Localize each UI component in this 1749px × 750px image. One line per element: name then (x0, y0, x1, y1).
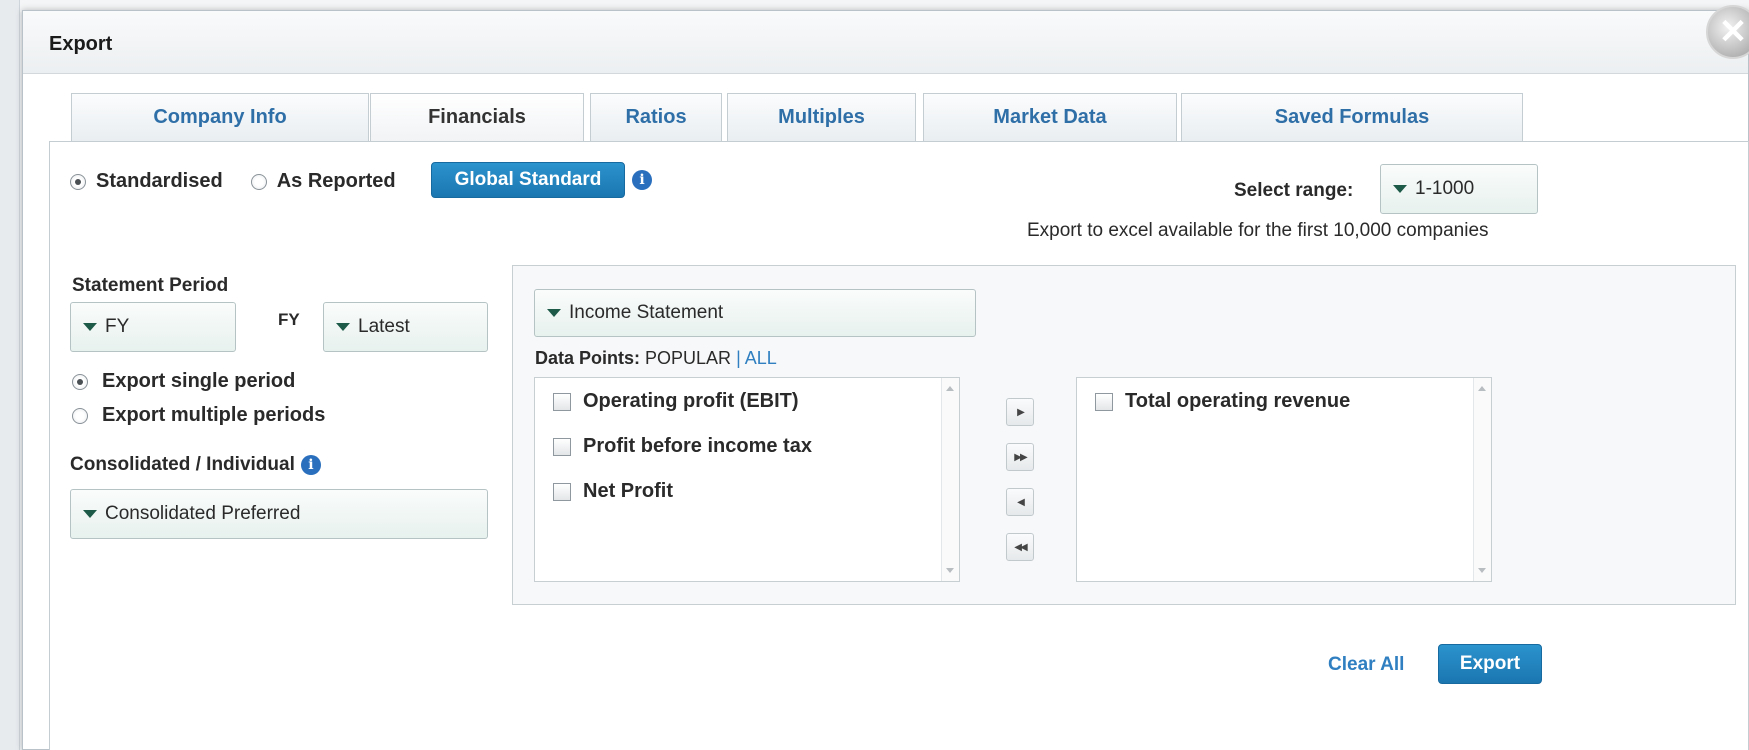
list-item-label: Total operating revenue (1125, 390, 1351, 412)
scroll-down-icon[interactable] (1478, 568, 1486, 573)
scrollbar[interactable] (1473, 378, 1491, 581)
list-item[interactable]: Profit before income tax (553, 435, 812, 458)
filter-all-link[interactable]: ALL (745, 348, 777, 368)
export-dialog: Export ✕ Company Info Financials Ratios … (22, 5, 1749, 750)
checkbox[interactable] (553, 437, 571, 456)
filter-popular[interactable]: POPULAR (645, 348, 731, 368)
statement-dropdown[interactable]: Income Statement (534, 289, 976, 337)
standard-radio-group: Standardised As Reported (70, 170, 396, 193)
chevron-down-icon (83, 510, 97, 518)
standardised-radio[interactable] (70, 173, 86, 190)
financials-panel: Standardised As Reported Global Standard… (49, 141, 1749, 750)
select-range-value: 1-1000 (1415, 178, 1475, 199)
export-multiple-option: Export multiple periods (72, 404, 325, 427)
statement-period-heading: Statement Period (72, 275, 229, 296)
move-all-left-button[interactable]: ◀◀ (1006, 533, 1034, 561)
consolidation-heading: Consolidated / Individual (70, 454, 295, 475)
available-data-points-list[interactable]: Operating profit (EBIT) Profit before in… (534, 377, 960, 582)
consolidation-value: Consolidated Preferred (105, 503, 301, 524)
list-item[interactable]: Operating profit (EBIT) (553, 390, 799, 413)
period-type-dropdown[interactable]: FY (70, 302, 236, 352)
move-left-button[interactable]: ◀ (1006, 488, 1034, 516)
standardised-label: Standardised (96, 170, 223, 192)
data-points-label: Data Points: (535, 348, 641, 368)
export-single-option: Export single period (72, 370, 295, 393)
export-single-radio[interactable] (72, 373, 88, 390)
chevron-down-icon (1393, 185, 1407, 193)
scrollbar[interactable] (941, 378, 959, 581)
move-all-right-button[interactable]: ▶▶ (1006, 443, 1034, 471)
as-reported-label: As Reported (276, 170, 396, 192)
dialog-titlebar: Export (23, 11, 1748, 74)
export-multiple-radio[interactable] (72, 407, 88, 424)
select-range-label: Select range: (1234, 180, 1354, 201)
dialog-title: Export (49, 33, 113, 55)
checkbox[interactable] (553, 392, 571, 411)
consolidation-dropdown[interactable]: Consolidated Preferred (70, 489, 488, 539)
data-points-filter: Data Points: POPULAR | ALL (535, 348, 777, 369)
chevron-down-icon (83, 323, 97, 331)
global-standard-button[interactable]: Global Standard (431, 162, 625, 198)
scroll-down-icon[interactable] (946, 568, 954, 573)
scroll-up-icon[interactable] (946, 386, 954, 391)
filter-separator: | (736, 348, 741, 368)
info-icon[interactable]: i (300, 455, 321, 475)
tab-saved-formulas[interactable]: Saved Formulas (1181, 93, 1523, 141)
fy-label: FY (278, 310, 300, 329)
list-item-label: Net Profit (583, 480, 673, 502)
selected-data-points-list[interactable]: Total operating revenue (1076, 377, 1492, 582)
statement-value: Income Statement (569, 302, 724, 323)
checkbox[interactable] (1095, 392, 1113, 411)
info-icon[interactable]: i (632, 170, 652, 190)
tab-ratios[interactable]: Ratios (590, 93, 722, 141)
chevron-down-icon (547, 309, 561, 317)
clear-all-link[interactable]: Clear All (1328, 654, 1404, 676)
fy-period-value: Latest (358, 316, 410, 337)
checkbox[interactable] (553, 482, 571, 501)
export-button[interactable]: Export (1438, 644, 1542, 684)
export-multiple-label: Export multiple periods (102, 404, 326, 426)
list-item-label: Operating profit (EBIT) (583, 390, 799, 412)
scroll-up-icon[interactable] (1478, 386, 1486, 391)
export-single-label: Export single period (102, 370, 296, 392)
data-points-area: Income Statement Data Points: POPULAR | … (512, 265, 1736, 605)
tab-financials[interactable]: Financials (370, 93, 584, 141)
tab-company-info[interactable]: Company Info (71, 93, 369, 141)
fy-period-dropdown[interactable]: Latest (323, 302, 488, 352)
list-item[interactable]: Total operating revenue (1095, 390, 1350, 413)
tab-market-data[interactable]: Market Data (923, 93, 1177, 141)
tab-multiples[interactable]: Multiples (727, 93, 916, 141)
chevron-down-icon (336, 323, 350, 331)
list-item-label: Profit before income tax (583, 435, 812, 457)
select-range-dropdown[interactable]: 1-1000 (1380, 164, 1538, 214)
list-item[interactable]: Net Profit (553, 480, 673, 503)
period-type-value: FY (105, 316, 130, 337)
as-reported-radio[interactable] (250, 173, 267, 190)
export-limit-note: Export to excel available for the first … (1027, 220, 1489, 241)
move-right-button[interactable]: ▶ (1006, 398, 1034, 426)
consolidation-heading-row: Consolidated / Individual i (70, 454, 321, 476)
background-left-strip (0, 0, 20, 750)
